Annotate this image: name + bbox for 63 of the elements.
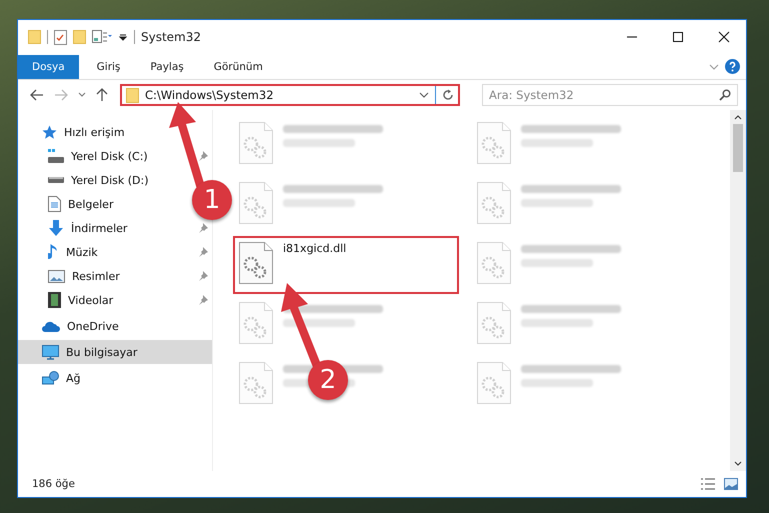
- file-name: i81xgicd.dll: [283, 242, 346, 255]
- cloud-icon: [42, 320, 60, 332]
- blurred-text-bar: [521, 199, 593, 207]
- ribbon-tab[interactable]: Giriş: [84, 54, 132, 78]
- sidebar-item[interactable]: Belgeler: [18, 192, 114, 216]
- help-icon[interactable]: [725, 59, 740, 74]
- maximize-icon[interactable]: [672, 31, 684, 43]
- chevron-down-icon[interactable]: [419, 91, 429, 99]
- picture-icon: [48, 270, 65, 282]
- search-field[interactable]: Ara: System32: [482, 84, 738, 106]
- blurred-text-bar: [521, 319, 593, 327]
- refresh-icon[interactable]: [442, 89, 454, 101]
- monitor-icon: [42, 344, 59, 360]
- pin-icon[interactable]: [198, 223, 208, 233]
- file-tile[interactable]: i81xgicd.dll: [233, 236, 459, 294]
- download-arrow-icon: [48, 220, 64, 236]
- sidebar-item[interactable]: Resimler: [18, 264, 120, 288]
- network-icon: [42, 370, 59, 386]
- sidebar-item[interactable]: Videolar: [18, 288, 114, 312]
- blurred-text-bar: [283, 199, 355, 207]
- pin-icon[interactable]: [198, 247, 208, 257]
- drive-icon: [48, 177, 64, 183]
- sidebar-item[interactable]: Yerel Disk (D:): [18, 168, 149, 192]
- item-count: 186 öğe: [32, 478, 75, 490]
- pin-icon[interactable]: [198, 295, 208, 305]
- sidebar-item[interactable]: İndirmeler: [18, 216, 128, 240]
- drive-icon: [48, 149, 64, 163]
- close-icon[interactable]: [718, 31, 730, 43]
- chevron-down-icon[interactable]: [734, 461, 742, 467]
- picture-icon[interactable]: [724, 478, 738, 490]
- up-arrow-icon[interactable]: [96, 88, 108, 102]
- sidebar-item[interactable]: OneDrive: [18, 314, 212, 338]
- scroll-thumb[interactable]: [733, 124, 743, 172]
- sidebar-item[interactable]: Ağ: [18, 366, 212, 390]
- blurred-text-bar: [521, 259, 593, 267]
- sidebar-item[interactable]: Hızlı erişim: [18, 120, 212, 144]
- blurred-text-bar: [283, 139, 355, 147]
- back-arrow-icon[interactable]: [30, 89, 44, 101]
- sidebar-item[interactable]: Yerel Disk (C:): [18, 144, 148, 168]
- properties-icon[interactable]: [92, 30, 112, 44]
- star-icon: [42, 125, 57, 139]
- ribbon-tab[interactable]: Dosya: [18, 54, 79, 78]
- document-icon: [48, 196, 61, 212]
- scrollbar[interactable]: [730, 110, 746, 471]
- folder-icon: [126, 88, 139, 102]
- blurred-text-bar: [521, 379, 593, 387]
- pin-icon[interactable]: [198, 271, 208, 281]
- search-icon: [719, 89, 731, 101]
- dropdown-arrow-icon[interactable]: [118, 32, 128, 42]
- address-bar[interactable]: C:\Windows\System32: [120, 84, 460, 106]
- details-view-icon[interactable]: [700, 478, 716, 490]
- sidebar-item[interactable]: Müzik: [18, 240, 98, 264]
- blurred-text-bar: [521, 139, 593, 147]
- address-path: C:\Windows\System32: [145, 88, 275, 102]
- checklist-icon[interactable]: [54, 30, 67, 44]
- ribbon-tab[interactable]: Görünüm: [202, 54, 275, 78]
- music-note-icon: [48, 244, 59, 260]
- sidebar-item[interactable]: Bu bilgisayar: [18, 340, 212, 364]
- window-title: System32: [141, 30, 202, 44]
- ribbon-tab[interactable]: Paylaş: [138, 54, 196, 78]
- film-icon: [48, 292, 61, 308]
- pin-icon[interactable]: [198, 151, 208, 161]
- chevron-up-icon[interactable]: [734, 114, 742, 120]
